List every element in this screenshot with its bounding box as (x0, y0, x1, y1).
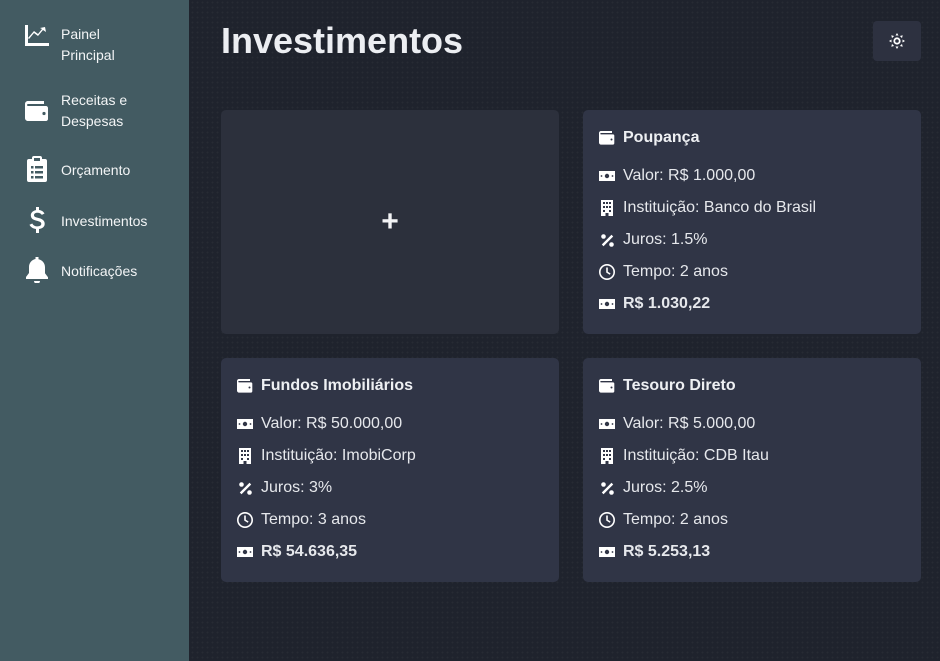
sidebar-item-label: Receitas e Despesas (61, 92, 128, 129)
money-bill-icon (599, 544, 615, 560)
money-bill-icon (599, 416, 615, 432)
card-tempo-text: Tempo: 2 anos (623, 511, 728, 528)
card-title-text: Poupança (623, 129, 700, 146)
sidebar-item-notificacoes[interactable]: Notificações (0, 257, 189, 283)
card-valor: Valor: R$ 5.000,00 (599, 414, 905, 434)
sidebar: Painel Principal Receitas e Despesas Orç… (0, 0, 189, 661)
card-title-text: Fundos Imobiliários (261, 377, 414, 394)
card-title: Tesouro Direto (599, 374, 905, 398)
card-instituicao: Instituição: CDB Itau (599, 446, 905, 466)
percent-icon (237, 480, 253, 496)
plus-icon: + (381, 205, 399, 238)
percent-icon (599, 232, 615, 248)
card-total-text: R$ 5.253,13 (623, 543, 711, 560)
card-title-text: Tesouro Direto (623, 377, 736, 394)
card-instituicao: Instituição: ImobiCorp (237, 446, 543, 466)
sidebar-item-label: Painel Principal (61, 26, 115, 63)
card-juros-text: Juros: 1.5% (623, 231, 708, 248)
sidebar-item-label: Orçamento (61, 162, 131, 178)
bell-icon (25, 257, 49, 283)
sidebar-item-painel-principal[interactable]: Painel Principal (0, 24, 189, 66)
card-total-text: R$ 54.636,35 (261, 543, 358, 560)
card-instituicao-text: Instituição: ImobiCorp (261, 447, 416, 464)
card-juros-text: Juros: 3% (261, 479, 333, 496)
sidebar-item-label: Investimentos (61, 213, 148, 229)
card-instituicao: Instituição: Banco do Brasil (599, 198, 905, 218)
theme-toggle-button[interactable] (873, 21, 921, 61)
card-tempo: Tempo: 2 anos (599, 510, 905, 530)
clipboard-list-icon (25, 156, 49, 182)
money-bill-icon (237, 416, 253, 432)
clock-icon (599, 264, 615, 280)
sun-icon (889, 33, 905, 49)
building-icon (237, 448, 253, 464)
page-title: Investimentos (221, 20, 464, 61)
card-tempo-text: Tempo: 2 anos (623, 263, 728, 280)
card-title: Poupança (599, 126, 905, 150)
card-juros-text: Juros: 2.5% (623, 479, 708, 496)
card-instituicao-text: Instituição: CDB Itau (623, 447, 769, 464)
sidebar-item-orcamento[interactable]: Orçamento (0, 156, 189, 182)
money-bill-icon (599, 168, 615, 184)
card-valor-text: Valor: R$ 5.000,00 (623, 415, 756, 432)
money-bill-icon (599, 296, 615, 312)
building-icon (599, 448, 615, 464)
card-instituicao-text: Instituição: Banco do Brasil (623, 199, 816, 216)
card-title: Fundos Imobiliários (237, 374, 543, 398)
card-tempo-text: Tempo: 3 anos (261, 511, 366, 528)
building-icon (599, 200, 615, 216)
card-tempo: Tempo: 3 anos (237, 510, 543, 530)
card-total: R$ 1.030,22 (599, 294, 905, 314)
chart-line-icon (25, 24, 49, 48)
card-total-text: R$ 1.030,22 (623, 295, 711, 312)
card-juros: Juros: 2.5% (599, 478, 905, 498)
wallet-icon (25, 99, 49, 123)
clock-icon (599, 512, 615, 528)
wallet-icon (237, 378, 253, 394)
add-investment-button[interactable]: + (221, 110, 559, 334)
card-total: R$ 54.636,35 (237, 542, 543, 562)
card-valor-text: Valor: R$ 1.000,00 (623, 167, 756, 184)
money-bill-icon (237, 544, 253, 560)
sidebar-item-receitas-despesas[interactable]: Receitas e Despesas (0, 90, 189, 132)
investment-card: Poupança Valor: R$ 1.000,00 Instituição:… (583, 110, 921, 334)
dollar-icon (25, 207, 49, 233)
card-tempo: Tempo: 2 anos (599, 262, 905, 282)
investment-card: Tesouro Direto Valor: R$ 5.000,00 Instit… (583, 358, 921, 582)
sidebar-item-label: Notificações (61, 263, 138, 279)
card-total: R$ 5.253,13 (599, 542, 905, 562)
main-content: Investimentos + Poupança Valor: R$ 1.000… (189, 0, 940, 661)
wallet-icon (599, 378, 615, 394)
card-valor-text: Valor: R$ 50.000,00 (261, 415, 403, 432)
wallet-icon (599, 130, 615, 146)
percent-icon (599, 480, 615, 496)
investment-card: Fundos Imobiliários Valor: R$ 50.000,00 … (221, 358, 559, 582)
card-valor: Valor: R$ 1.000,00 (599, 166, 905, 186)
card-juros: Juros: 3% (237, 478, 543, 498)
card-juros: Juros: 1.5% (599, 230, 905, 250)
clock-icon (237, 512, 253, 528)
card-valor: Valor: R$ 50.000,00 (237, 414, 543, 434)
sidebar-item-investimentos[interactable]: Investimentos (0, 207, 189, 233)
